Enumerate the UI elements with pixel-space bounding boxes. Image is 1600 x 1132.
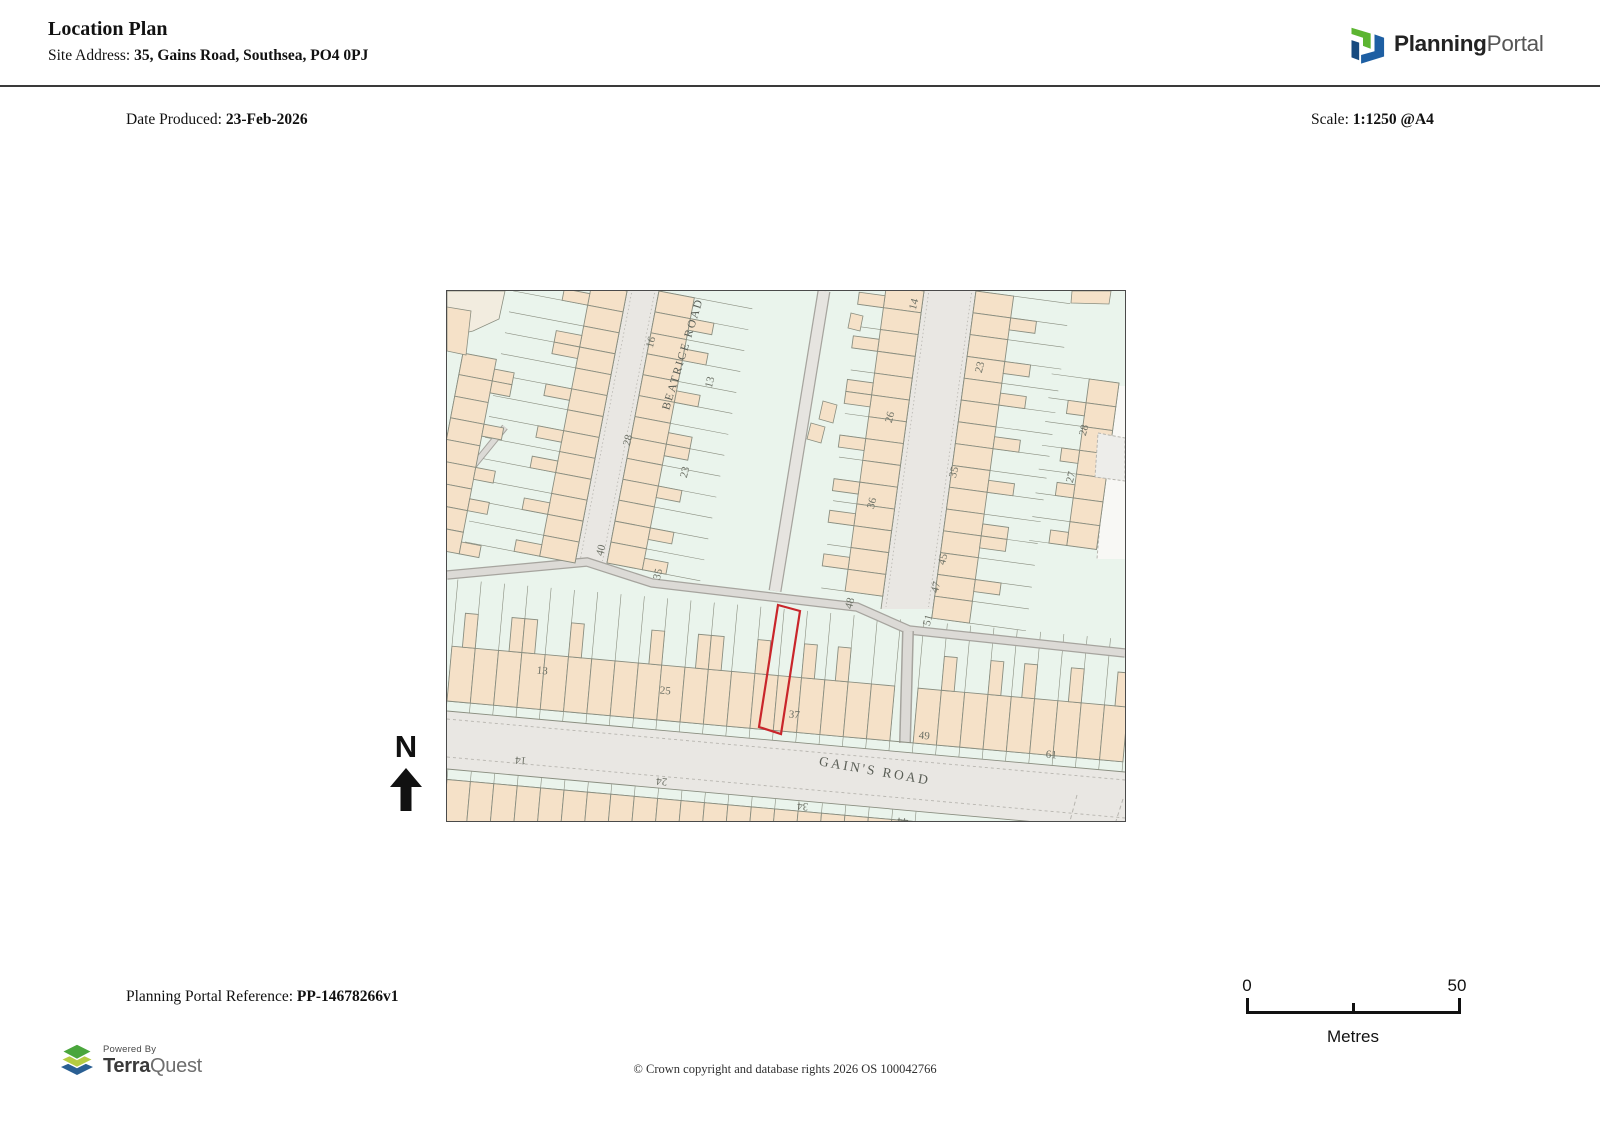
copyright-notice: © Crown copyright and database rights 20…: [633, 1062, 937, 1076]
scale-bar-start: 0: [1242, 976, 1251, 995]
site-address-label: Site Address:: [48, 47, 135, 64]
header-divider: [0, 85, 1600, 87]
scale-bar-end: 50: [1448, 976, 1467, 995]
map-house-number: 14: [514, 753, 527, 766]
north-arrow-icon: [390, 768, 422, 811]
map-house-number: 44: [896, 814, 909, 821]
map-house-number: 34: [796, 799, 809, 812]
map-house-number: 25: [659, 685, 672, 698]
date-produced: Date Produced: 23-Feb-2026: [126, 111, 308, 128]
planning-portal-icon: [1351, 27, 1385, 64]
map-scale-text: Scale: 1:1250 @A4: [1311, 111, 1434, 128]
site-address-value: 35, Gains Road, Southsea, PO4 0PJ: [134, 47, 369, 64]
map-svg: 1628401323351426364823354547512827132537…: [425, 269, 1135, 913]
map-house-number: 13: [536, 665, 549, 678]
planning-portal-wordmark: PlanningPortal: [1394, 31, 1544, 56]
location-map: 16 28 40 13 23 35 14 26 36 48 23 35 45 47 51 28 27 13 25 37…: [425, 269, 1135, 913]
powered-by-label: Powered By: [103, 1043, 157, 1055]
scale-bar-unit: Metres: [1327, 1027, 1379, 1046]
map-house-number: 37: [788, 709, 801, 722]
north-label: N: [394, 729, 418, 764]
page-title: Location Plan: [48, 18, 168, 40]
location-plan-page: Location Plan Site Address: 35, Gains Ro…: [0, 0, 1600, 1132]
planning-portal-logo: PlanningPortal: [1340, 20, 1544, 68]
map-house-number: 61: [1045, 749, 1057, 762]
north-arrow: N: [386, 731, 426, 817]
map-house-number: 49: [918, 730, 931, 743]
scale-bar: 0 50 Metres: [1242, 976, 1467, 1046]
map-house-number: 24: [655, 774, 668, 787]
planning-portal-reference: Planning Portal Reference: PP-14678266v1: [126, 988, 399, 1005]
site-address: Site Address: 35, Gains Road, Southsea, …: [48, 47, 368, 65]
